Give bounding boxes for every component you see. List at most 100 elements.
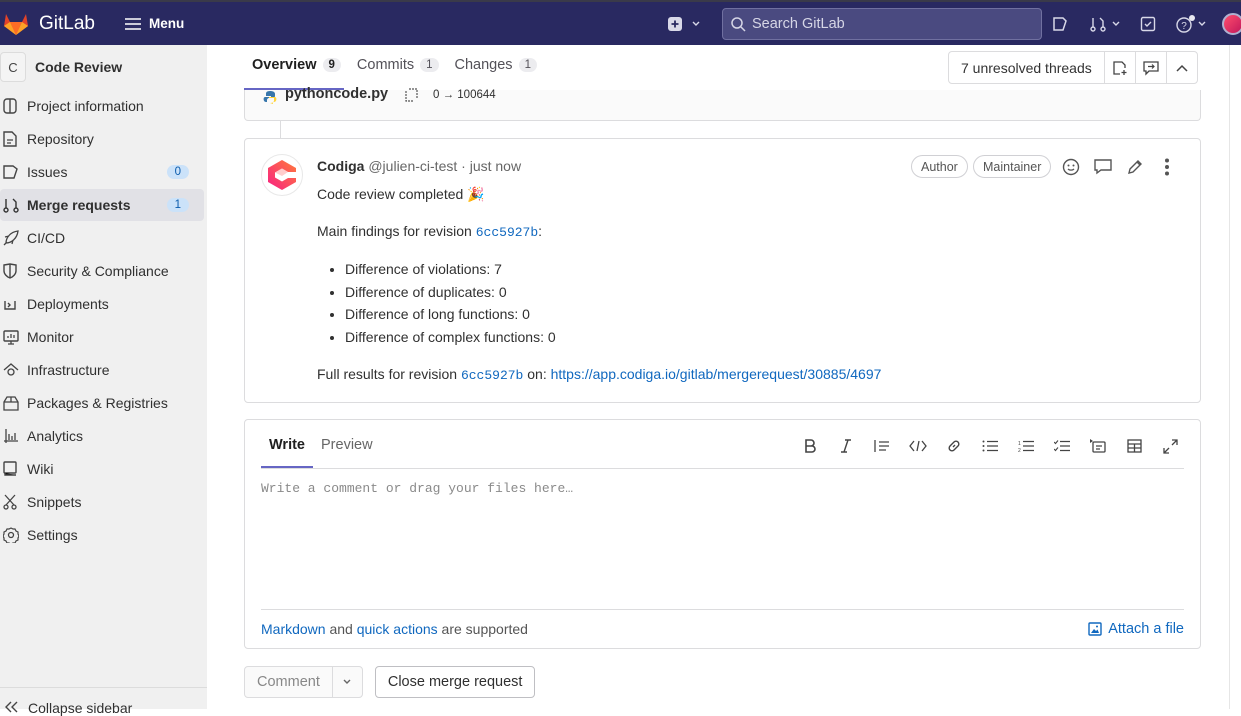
revision-link[interactable]: 6cc5927b (476, 225, 538, 240)
package-icon (3, 395, 21, 411)
tab-count: 9 (322, 58, 341, 72)
attach-file-button[interactable]: Attach a file (1088, 621, 1184, 637)
full-results-line: Full results for revision 6cc5927b on: h… (317, 364, 1177, 386)
sidebar-item-packages-registries[interactable]: Packages & Registries (0, 387, 204, 419)
sidebar-item-repository[interactable]: Repository (0, 123, 204, 155)
finding-item: Difference of long functions: 0 (345, 303, 1177, 326)
tab-count: 1 (518, 58, 537, 72)
task-list-button[interactable] (1051, 435, 1073, 457)
sidebar-item-label: Security & Compliance (27, 263, 169, 279)
sidebar-item-label: Merge requests (27, 197, 131, 213)
comment-type-dropdown[interactable] (331, 667, 362, 697)
party-popper-emoji: 🎉 (467, 186, 485, 202)
tab-overview[interactable]: Overview 9 (252, 57, 341, 73)
analytics-icon (3, 428, 21, 444)
markdown-help-link[interactable]: Markdown (261, 621, 326, 637)
codiga-logo-icon (268, 160, 296, 190)
svg-text:1: 1 (1018, 441, 1021, 447)
sidebar-item-monitor[interactable]: Monitor (0, 321, 204, 353)
create-issue-button[interactable] (1103, 52, 1135, 83)
sidebar-item-snippets[interactable]: Snippets (0, 486, 204, 518)
collapse-sidebar-button[interactable]: Collapse sidebar (0, 687, 207, 716)
table-button[interactable] (1123, 435, 1145, 457)
merge-requests-dropdown[interactable] (1090, 16, 1124, 32)
sidebar: C Code Review Project information Reposi… (0, 45, 207, 716)
finding-item: Difference of violations: 7 (345, 258, 1177, 281)
add-reaction-button[interactable] (1061, 157, 1081, 177)
next-thread-button[interactable] (1134, 52, 1166, 83)
more-actions-button[interactable] (1157, 157, 1177, 177)
file-name[interactable]: pythoncode.py (285, 86, 388, 102)
link-icon (948, 440, 960, 452)
todo-checkbox-icon (1140, 16, 1156, 32)
tab-commits[interactable]: Commits 1 (357, 57, 439, 73)
chevron-down-icon (343, 679, 351, 684)
note-author-username[interactable]: @julien-ci-test (368, 158, 457, 174)
separator: · (457, 158, 470, 174)
reply-button[interactable] (1093, 157, 1113, 177)
sidebar-item-wiki[interactable]: Wiki (0, 453, 204, 485)
tab-changes[interactable]: Changes 1 (455, 57, 537, 73)
revision-link[interactable]: 6cc5927b (461, 368, 523, 383)
collapse-threads-button[interactable] (1165, 52, 1197, 83)
unresolved-threads-widget: 7 unresolved threads (948, 51, 1198, 84)
search-placeholder: Search GitLab (752, 16, 845, 32)
sidebar-item-analytics[interactable]: Analytics (0, 420, 204, 452)
link-button[interactable] (943, 435, 965, 457)
user-avatar[interactable] (1222, 13, 1241, 35)
codiga-results-link[interactable]: https://app.codiga.io/gitlab/mergereques… (551, 366, 882, 382)
sidebar-item-merge-requests[interactable]: Merge requests 1 (0, 189, 204, 221)
italic-button[interactable] (835, 435, 857, 457)
italic-icon (841, 439, 851, 453)
issues-button[interactable] (1052, 16, 1068, 32)
rocket-icon (3, 230, 21, 246)
search-input[interactable]: Search GitLab (722, 8, 1042, 40)
sidebar-item-issues[interactable]: Issues 0 (0, 156, 204, 188)
new-dropdown[interactable] (668, 17, 704, 31)
issues-icon (3, 165, 21, 179)
edit-comment-button[interactable] (1125, 157, 1145, 177)
sidebar-item-infrastructure[interactable]: Infrastructure (0, 354, 204, 386)
unresolved-threads-label[interactable]: 7 unresolved threads (949, 52, 1104, 83)
menu-button[interactable]: Menu (124, 16, 184, 31)
chevron-down-icon (692, 21, 700, 26)
comment-textarea[interactable]: Write a comment or drag your files here… (261, 481, 573, 496)
collapsible-section-button[interactable] (1087, 435, 1109, 457)
fullscreen-button[interactable] (1159, 435, 1181, 457)
sidebar-item-ci-cd[interactable]: CI/CD (0, 222, 204, 254)
comment-icon (1094, 159, 1112, 175)
quick-actions-link[interactable]: quick actions (357, 621, 438, 637)
sidebar-item-security-compliance[interactable]: Security & Compliance (0, 255, 204, 287)
sidebar-item-deployments[interactable]: Deployments (0, 288, 204, 320)
tab-write[interactable]: Write (269, 437, 305, 453)
todos-button[interactable] (1140, 16, 1156, 32)
findings-suffix: : (538, 223, 543, 239)
project-header[interactable]: C Code Review (0, 45, 207, 89)
findings-prefix: Main findings for revision (317, 223, 476, 239)
help-dropdown[interactable]: ? (1176, 15, 1208, 33)
bold-button[interactable] (799, 435, 821, 457)
project-name: Code Review (35, 59, 123, 75)
quote-button[interactable] (871, 435, 893, 457)
full-results-mid: on: (523, 366, 551, 382)
tab-preview[interactable]: Preview (321, 437, 373, 453)
codiga-avatar[interactable] (261, 154, 303, 196)
gitlab-logo[interactable]: GitLab (3, 12, 95, 36)
comment-button[interactable]: Comment (245, 667, 332, 697)
monitor-icon (3, 329, 21, 345)
bullet-list-button[interactable] (979, 435, 1001, 457)
sidebar-item-settings[interactable]: Settings (0, 519, 204, 551)
note-author-name[interactable]: Codiga (317, 158, 364, 174)
code-button[interactable] (907, 435, 929, 457)
copy-file-path-button[interactable] (405, 88, 418, 105)
close-merge-request-button[interactable]: Close merge request (374, 666, 536, 698)
details-block-icon (1090, 439, 1106, 453)
note-timestamp[interactable]: just now (470, 158, 521, 174)
double-chevron-left-icon (5, 700, 19, 716)
sidebar-item-label: CI/CD (27, 230, 66, 246)
hint-tail: are supported (437, 621, 528, 637)
comment-note: Codiga @julien-ci-test · just now Author… (244, 138, 1201, 403)
numbered-list-button[interactable]: 12 (1015, 435, 1037, 457)
code-icon (909, 440, 927, 452)
sidebar-item-project-information[interactable]: Project information (0, 90, 204, 122)
